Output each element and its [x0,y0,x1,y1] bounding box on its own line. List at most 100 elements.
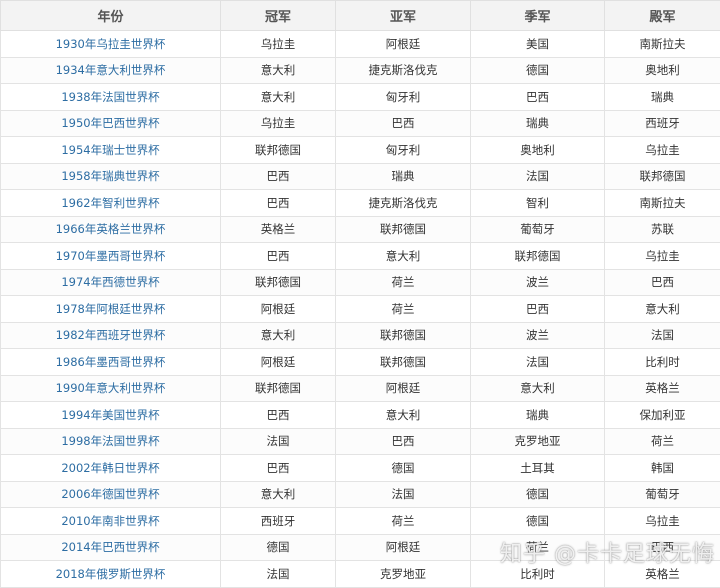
champion-cell: 法国 [221,561,336,588]
runner-up-cell: 瑞典 [336,163,471,190]
third-place-cell: 美国 [471,31,605,58]
year-link[interactable]: 1974年西德世界杯 [1,269,221,296]
year-link[interactable]: 1978年阿根廷世界杯 [1,296,221,323]
fourth-place-cell: 乌拉圭 [605,508,720,535]
third-place-cell: 奥地利 [471,137,605,164]
fourth-place-cell: 葡萄牙 [605,481,720,508]
table-row: 1974年西德世界杯 联邦德国 荷兰 波兰 巴西 [1,269,720,296]
champion-cell: 阿根廷 [221,296,336,323]
table-row: 1954年瑞士世界杯 联邦德国 匈牙利 奥地利 乌拉圭 [1,137,720,164]
third-place-cell: 瑞典 [471,402,605,429]
table-row: 1982年西班牙世界杯 意大利 联邦德国 波兰 法国 [1,322,720,349]
runner-up-cell: 匈牙利 [336,84,471,111]
header-third-place: 季军 [471,1,605,31]
table-row: 1966年英格兰世界杯 英格兰 联邦德国 葡萄牙 苏联 [1,216,720,243]
table-row: 1934年意大利世界杯 意大利 捷克斯洛伐克 德国 奥地利 [1,57,720,84]
year-link[interactable]: 1938年法国世界杯 [1,84,221,111]
table-row: 1994年美国世界杯 巴西 意大利 瑞典 保加利亚 [1,402,720,429]
fourth-place-cell: 西班牙 [605,110,720,137]
fourth-place-cell: 保加利亚 [605,402,720,429]
third-place-cell: 法国 [471,349,605,376]
runner-up-cell: 荷兰 [336,269,471,296]
runner-up-cell: 联邦德国 [336,216,471,243]
table-row: 1998年法国世界杯 法国 巴西 克罗地亚 荷兰 [1,428,720,455]
champion-cell: 巴西 [221,163,336,190]
runner-up-cell: 阿根廷 [336,31,471,58]
fourth-place-cell: 奥地利 [605,57,720,84]
year-link[interactable]: 1990年意大利世界杯 [1,375,221,402]
champion-cell: 意大利 [221,322,336,349]
runner-up-cell: 捷克斯洛伐克 [336,190,471,217]
third-place-cell: 比利时 [471,561,605,588]
table-row: 1990年意大利世界杯 联邦德国 阿根廷 意大利 英格兰 [1,375,720,402]
third-place-cell: 荷兰 [471,534,605,561]
year-link[interactable]: 2006年德国世界杯 [1,481,221,508]
runner-up-cell: 意大利 [336,402,471,429]
fourth-place-cell: 意大利 [605,296,720,323]
year-link[interactable]: 2010年南非世界杯 [1,508,221,535]
year-link[interactable]: 1986年墨西哥世界杯 [1,349,221,376]
fourth-place-cell: 乌拉圭 [605,137,720,164]
year-link[interactable]: 2018年俄罗斯世界杯 [1,561,221,588]
table-row: 1950年巴西世界杯 乌拉圭 巴西 瑞典 西班牙 [1,110,720,137]
table-row: 1962年智利世界杯 巴西 捷克斯洛伐克 智利 南斯拉夫 [1,190,720,217]
world-cup-results-table: 年份 冠军 亚军 季军 殿军 1930年乌拉圭世界杯 乌拉圭 阿根廷 美国 南斯… [0,0,720,588]
year-link[interactable]: 1966年英格兰世界杯 [1,216,221,243]
champion-cell: 法国 [221,428,336,455]
runner-up-cell: 阿根廷 [336,375,471,402]
champion-cell: 英格兰 [221,216,336,243]
third-place-cell: 德国 [471,57,605,84]
year-link[interactable]: 1962年智利世界杯 [1,190,221,217]
year-link[interactable]: 1982年西班牙世界杯 [1,322,221,349]
champion-cell: 西班牙 [221,508,336,535]
third-place-cell: 波兰 [471,269,605,296]
runner-up-cell: 巴西 [336,428,471,455]
runner-up-cell: 荷兰 [336,296,471,323]
table-row: 1930年乌拉圭世界杯 乌拉圭 阿根廷 美国 南斯拉夫 [1,31,720,58]
champion-cell: 巴西 [221,190,336,217]
third-place-cell: 瑞典 [471,110,605,137]
champion-cell: 联邦德国 [221,269,336,296]
year-link[interactable]: 2014年巴西世界杯 [1,534,221,561]
year-link[interactable]: 1934年意大利世界杯 [1,57,221,84]
header-champion: 冠军 [221,1,336,31]
runner-up-cell: 荷兰 [336,508,471,535]
third-place-cell: 土耳其 [471,455,605,482]
third-place-cell: 巴西 [471,296,605,323]
year-link[interactable]: 1930年乌拉圭世界杯 [1,31,221,58]
year-link[interactable]: 1958年瑞典世界杯 [1,163,221,190]
third-place-cell: 德国 [471,481,605,508]
third-place-cell: 克罗地亚 [471,428,605,455]
champion-cell: 乌拉圭 [221,31,336,58]
fourth-place-cell: 南斯拉夫 [605,190,720,217]
champion-cell: 巴西 [221,243,336,270]
year-link[interactable]: 1994年美国世界杯 [1,402,221,429]
year-link[interactable]: 1954年瑞士世界杯 [1,137,221,164]
champion-cell: 联邦德国 [221,375,336,402]
runner-up-cell: 克罗地亚 [336,561,471,588]
header-year: 年份 [1,1,221,31]
third-place-cell: 法国 [471,163,605,190]
fourth-place-cell: 比利时 [605,349,720,376]
table-row: 1986年墨西哥世界杯 阿根廷 联邦德国 法国 比利时 [1,349,720,376]
year-link[interactable]: 1970年墨西哥世界杯 [1,243,221,270]
year-link[interactable]: 2002年韩日世界杯 [1,455,221,482]
champion-cell: 乌拉圭 [221,110,336,137]
third-place-cell: 智利 [471,190,605,217]
runner-up-cell: 法国 [336,481,471,508]
fourth-place-cell: 韩国 [605,455,720,482]
champion-cell: 德国 [221,534,336,561]
fourth-place-cell: 荷兰 [605,428,720,455]
champion-cell: 阿根廷 [221,349,336,376]
year-link[interactable]: 1950年巴西世界杯 [1,110,221,137]
champion-cell: 意大利 [221,481,336,508]
third-place-cell: 联邦德国 [471,243,605,270]
third-place-cell: 葡萄牙 [471,216,605,243]
fourth-place-cell: 联邦德国 [605,163,720,190]
table-body: 1930年乌拉圭世界杯 乌拉圭 阿根廷 美国 南斯拉夫 1934年意大利世界杯 … [1,31,720,588]
fourth-place-cell: 南斯拉夫 [605,31,720,58]
fourth-place-cell: 法国 [605,322,720,349]
third-place-cell: 波兰 [471,322,605,349]
year-link[interactable]: 1998年法国世界杯 [1,428,221,455]
fourth-place-cell: 巴西 [605,534,720,561]
